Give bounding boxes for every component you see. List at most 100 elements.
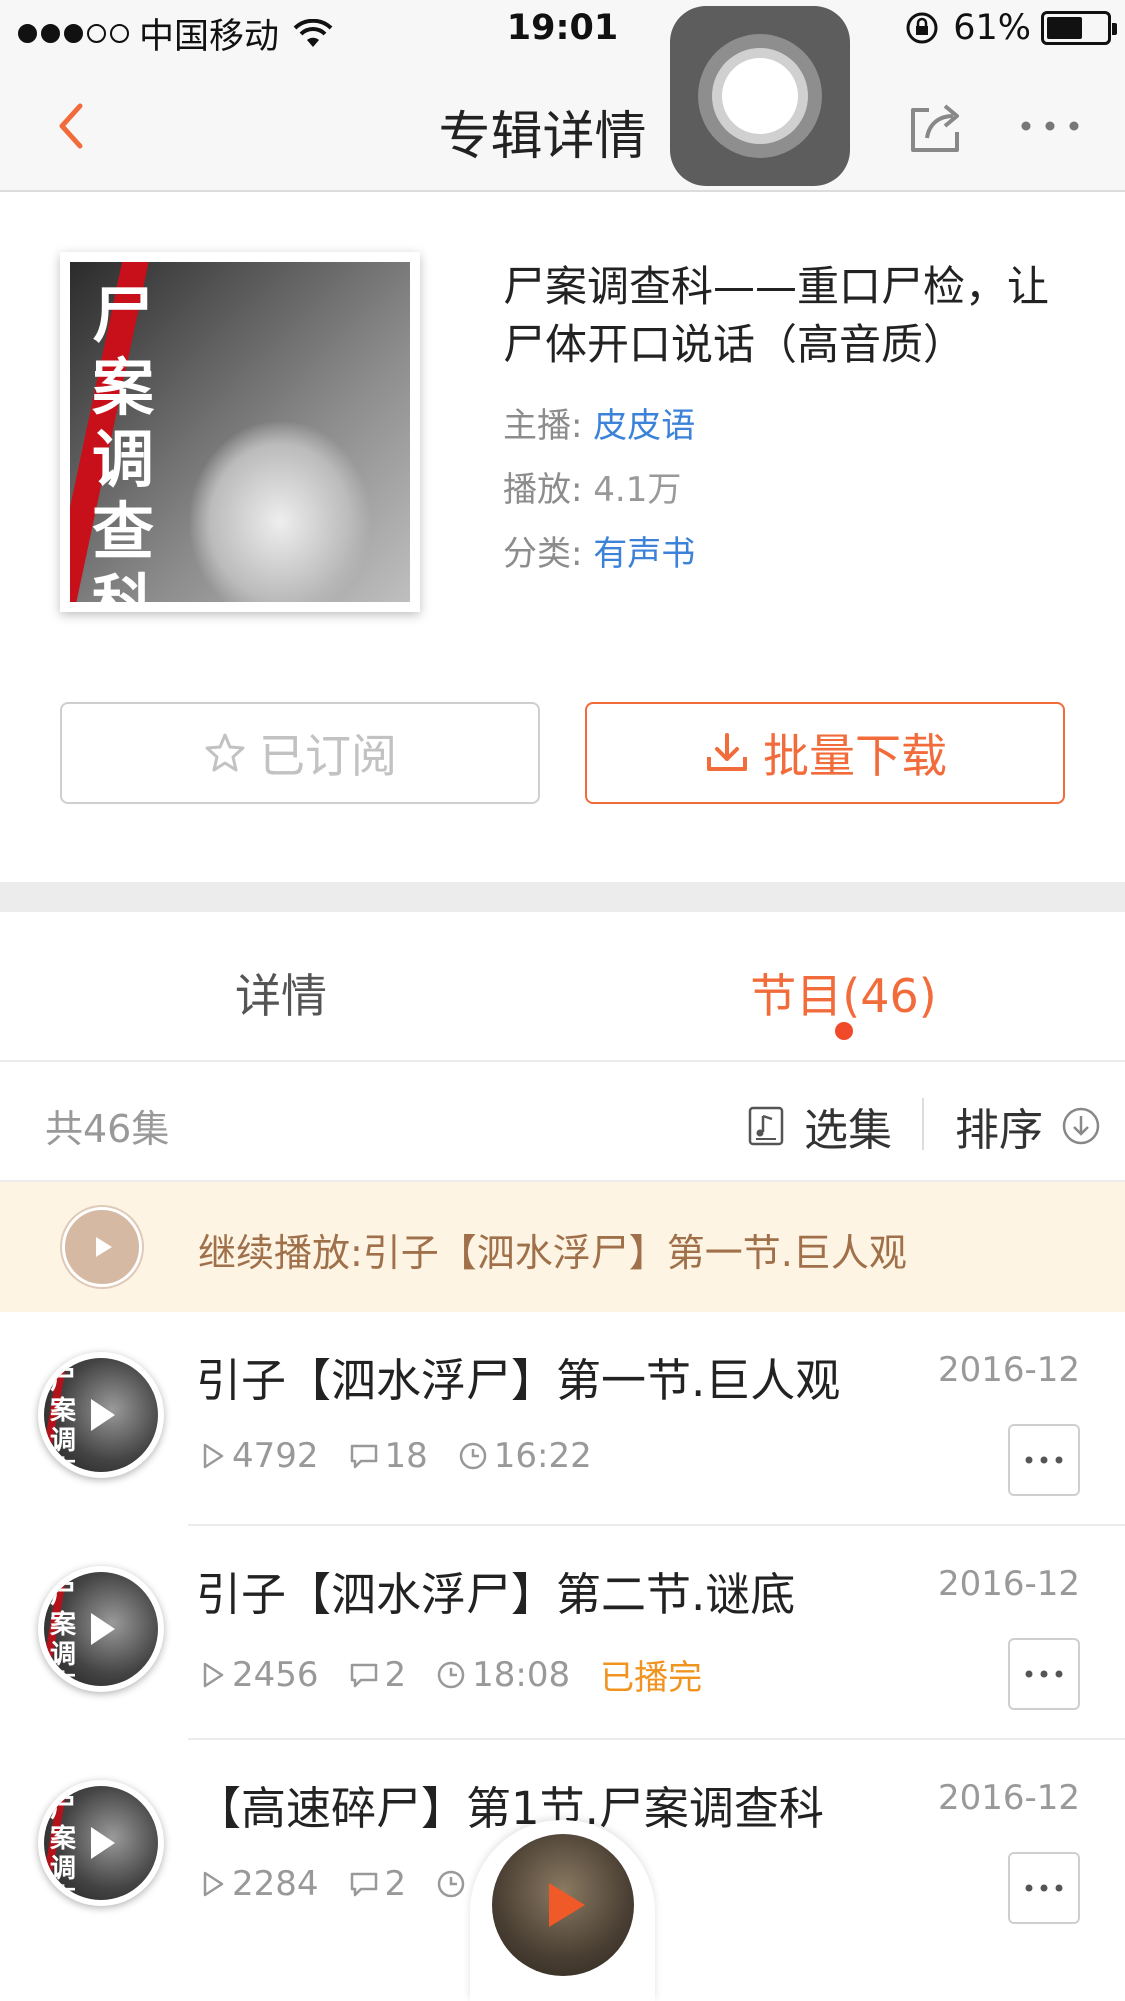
clock-icon bbox=[437, 1870, 465, 1898]
rotation-lock-icon bbox=[906, 12, 938, 44]
episode-thumb-text: 尸案调查科 bbox=[50, 1366, 77, 1472]
select-episodes-button[interactable]: 选集 bbox=[748, 1094, 892, 1158]
episode-comments: 18 bbox=[349, 1436, 428, 1476]
clock-icon bbox=[459, 1442, 487, 1470]
more-icon bbox=[1025, 1670, 1063, 1678]
play-icon bbox=[91, 1399, 115, 1431]
header-separator bbox=[922, 1098, 924, 1150]
episode-stats: 2456 2 18:08 已播完 bbox=[200, 1650, 732, 1699]
episode-comments: 2 bbox=[349, 1654, 407, 1695]
sort-icon bbox=[1062, 1107, 1100, 1145]
comment-icon bbox=[350, 1872, 377, 1897]
episode-date: 2016-12 bbox=[937, 1350, 1080, 1390]
episode-played-status: 已播完 bbox=[600, 1658, 703, 1698]
album-host: 主播: 皮皮语 bbox=[503, 398, 695, 447]
play-icon bbox=[91, 1613, 115, 1645]
more-icon bbox=[1025, 1884, 1063, 1892]
album-title: 尸案调查科——重口尸检，让尸体开口说话（高音质） bbox=[503, 262, 1050, 369]
episode-thumb-text: 尸案调查科 bbox=[50, 1794, 77, 1900]
episode-comments-value: 2 bbox=[384, 1654, 407, 1695]
play-count-icon bbox=[203, 1443, 224, 1469]
comment-icon bbox=[350, 1663, 377, 1687]
episode-plays-value: 2456 bbox=[232, 1654, 319, 1695]
playlist-icon bbox=[748, 1106, 784, 1146]
episode-more-button[interactable] bbox=[1008, 1852, 1080, 1924]
comment-icon bbox=[350, 1444, 377, 1469]
download-icon bbox=[707, 733, 747, 771]
episode-duration: 16:22 bbox=[458, 1436, 592, 1476]
episode-duration bbox=[436, 1869, 472, 1899]
mini-player[interactable] bbox=[470, 1820, 655, 2001]
episode-comments-value: 18 bbox=[384, 1436, 428, 1476]
album-cover-title: 尸案调查科 bbox=[92, 279, 155, 603]
episode-more-button[interactable] bbox=[1008, 1424, 1080, 1496]
more-icon[interactable] bbox=[1020, 118, 1080, 134]
batch-download-button[interactable]: 批量下载 bbox=[585, 702, 1065, 804]
episode-duration: 18:08 bbox=[436, 1655, 570, 1695]
episode-plays-value: 2284 bbox=[232, 1864, 319, 1904]
star-icon bbox=[205, 733, 245, 772]
episode-plays: 2456 bbox=[200, 1655, 319, 1695]
resume-bar[interactable]: 继续播放:引子【泗水浮尸】第一节.巨人观 bbox=[0, 1182, 1125, 1312]
episode-item[interactable]: 尸案调查科 引子【泗水浮尸】第二节.谜底 2016-12 2456 2 18:0… bbox=[0, 1526, 1125, 1740]
play-icon bbox=[96, 1237, 112, 1257]
episode-item[interactable]: 尸案调查科 引子【泗水浮尸】第一节.巨人观 2016-12 4792 18 16… bbox=[0, 1312, 1125, 1526]
category-label: 分类: bbox=[503, 534, 583, 574]
mini-player-disc[interactable] bbox=[492, 1834, 634, 1976]
subscribe-label: 已订阅 bbox=[259, 729, 397, 783]
plays-value: 4.1万 bbox=[593, 470, 682, 510]
episode-more-button[interactable] bbox=[1008, 1638, 1080, 1710]
episode-title: 【高速碎尸】第1节.尸案调查科 bbox=[196, 1782, 824, 1835]
episode-play-button[interactable]: 尸案调查科 bbox=[38, 1352, 164, 1478]
episode-stats: 4792 18 16:22 bbox=[200, 1436, 622, 1476]
resume-play-button[interactable] bbox=[62, 1207, 142, 1287]
play-count-icon bbox=[203, 1662, 224, 1687]
resume-text: 继续播放:引子【泗水浮尸】第一节.巨人观 bbox=[198, 1231, 907, 1275]
battery-percent: 61% bbox=[953, 8, 1031, 48]
episode-title: 引子【泗水浮尸】第一节.巨人观 bbox=[196, 1354, 841, 1407]
play-icon bbox=[91, 1827, 115, 1859]
album-cover-image: 尸案调查科 bbox=[70, 262, 410, 602]
episode-plays-value: 4792 bbox=[232, 1436, 319, 1476]
episode-title: 引子【泗水浮尸】第二节.谜底 bbox=[196, 1568, 796, 1621]
episode-play-button[interactable]: 尸案调查科 bbox=[38, 1566, 164, 1692]
share-icon[interactable] bbox=[905, 96, 965, 156]
episode-plays: 4792 bbox=[200, 1436, 319, 1476]
select-label: 选集 bbox=[804, 1105, 892, 1156]
tab-details[interactable]: 详情 bbox=[0, 960, 562, 1026]
episode-comments: 2 bbox=[349, 1864, 407, 1904]
play-count-icon bbox=[203, 1871, 224, 1897]
nav-bar: 专辑详情 bbox=[0, 60, 1125, 192]
clock-icon bbox=[437, 1661, 465, 1688]
subscribe-button[interactable]: 已订阅 bbox=[60, 702, 540, 804]
battery-fill bbox=[1047, 17, 1083, 39]
episode-count: 共46集 bbox=[45, 1107, 170, 1151]
sort-button[interactable]: 排序 bbox=[955, 1094, 1101, 1158]
episode-duration-value: 16:22 bbox=[493, 1436, 592, 1476]
host-label: 主播: bbox=[503, 406, 583, 446]
play-icon bbox=[549, 1883, 585, 1927]
album-plays: 播放: 4.1万 bbox=[503, 462, 681, 511]
more-icon bbox=[1025, 1456, 1063, 1464]
host-link[interactable]: 皮皮语 bbox=[593, 406, 695, 446]
episode-comments-value: 2 bbox=[384, 1864, 407, 1904]
plays-label: 播放: bbox=[503, 470, 583, 510]
episode-duration-value: 18:08 bbox=[472, 1654, 571, 1695]
sort-label: 排序 bbox=[955, 1105, 1043, 1156]
episode-plays: 2284 bbox=[200, 1864, 319, 1904]
active-tab-indicator bbox=[835, 1022, 853, 1040]
episode-date: 2016-12 bbox=[937, 1778, 1080, 1818]
episode-thumb-text: 尸案调查科 bbox=[50, 1580, 77, 1686]
tabs-divider bbox=[0, 1060, 1125, 1062]
album-cover[interactable]: 尸案调查科 bbox=[60, 252, 420, 612]
status-bar: 中国移动 19:01 61% bbox=[0, 0, 1125, 60]
download-label: 批量下载 bbox=[763, 729, 947, 783]
status-right: 61% bbox=[905, 8, 1117, 48]
tab-programs[interactable]: 节目(46) bbox=[562, 960, 1125, 1026]
category-link[interactable]: 有声书 bbox=[593, 534, 695, 574]
assistive-touch-button[interactable] bbox=[670, 6, 850, 186]
album-category: 分类: 有声书 bbox=[503, 526, 695, 575]
battery-icon bbox=[1041, 11, 1117, 45]
episode-play-button[interactable]: 尸案调查科 bbox=[38, 1780, 164, 1906]
episode-date: 2016-12 bbox=[937, 1564, 1080, 1604]
